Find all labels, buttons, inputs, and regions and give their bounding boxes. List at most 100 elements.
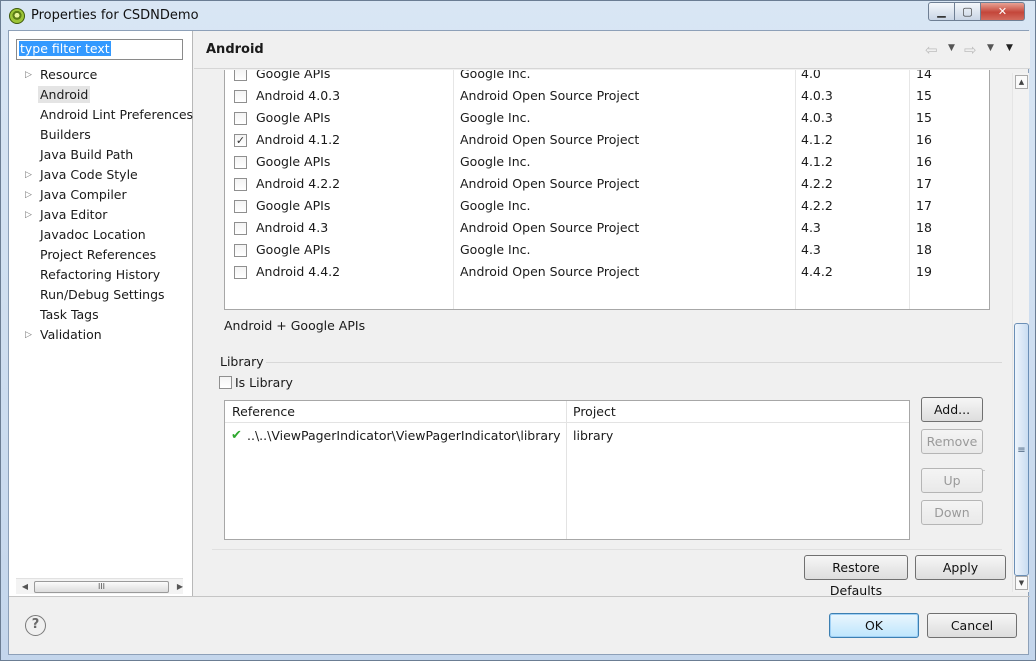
target-platform: 4.2.2	[801, 198, 833, 213]
target-name: Android 4.0.3	[256, 88, 341, 103]
move-down-button[interactable]: Down	[921, 500, 983, 525]
target-platform: 4.0.3	[801, 88, 833, 103]
chevron-down-icon[interactable]: ▼	[987, 43, 994, 53]
is-library-label: Is Library	[235, 375, 293, 390]
target-checkbox[interactable]: ✓	[234, 134, 247, 147]
target-name: Android 4.4.2	[256, 264, 341, 279]
tree-item[interactable]: Run/Debug Settings	[9, 285, 193, 305]
target-api: 15	[916, 88, 932, 103]
table-row[interactable]: Android 4.4.2 Android Open Source Project…	[225, 261, 989, 283]
target-checkbox[interactable]	[234, 244, 247, 257]
move-up-button[interactable]: Up	[921, 468, 983, 493]
scroll-thumb[interactable]: ≡	[1014, 323, 1029, 576]
table-row[interactable]: Google APIs Google Inc. 4.2.2 17	[225, 195, 989, 217]
scroll-left-icon[interactable]: ◀	[18, 580, 32, 594]
expand-arrow-icon[interactable]: ▷	[25, 325, 32, 345]
close-button[interactable]: ✕	[980, 2, 1025, 21]
target-platform: 4.0.3	[801, 110, 833, 125]
scroll-down-icon[interactable]: ▼	[1015, 576, 1028, 590]
reference-path: ..\..\ViewPagerIndicator\ViewPagerIndica…	[247, 428, 561, 443]
library-group-bottom-border	[212, 549, 1002, 550]
target-api: 18	[916, 242, 932, 257]
tree-item[interactable]: Project References	[9, 245, 193, 265]
tree-item[interactable]: Task Tags	[9, 305, 193, 325]
target-name: Google APIs	[256, 110, 331, 125]
add-library-button[interactable]: Add...	[921, 397, 983, 422]
target-vendor: Android Open Source Project	[460, 176, 640, 191]
tree-item[interactable]: ▷ Java Compiler	[9, 185, 193, 205]
tree-item[interactable]: Builders	[9, 125, 193, 145]
target-vendor: Android Open Source Project	[460, 88, 640, 103]
table-row[interactable]: ✓ Android 4.1.2 Android Open Source Projec…	[225, 129, 989, 151]
table-row[interactable]: Android 4.0.3 Android Open Source Project…	[225, 85, 989, 107]
target-name: Android 4.1.2	[256, 132, 341, 147]
table-row[interactable]: Google APIs Google Inc. 4.0.3 15	[225, 107, 989, 129]
column-header-project[interactable]: Project	[573, 401, 616, 423]
target-name: Google APIs	[256, 242, 331, 257]
view-menu-icon[interactable]: ▼	[1006, 43, 1013, 53]
target-checkbox[interactable]	[234, 266, 247, 279]
tree-item[interactable]: Android	[9, 85, 193, 105]
target-checkbox[interactable]	[234, 112, 247, 125]
expand-arrow-icon[interactable]: ▷	[25, 185, 32, 205]
arrow-right-icon[interactable]: ⇨	[964, 41, 977, 59]
target-name: Android 4.2.2	[256, 176, 341, 191]
is-library-checkbox[interactable]: Is Library	[219, 375, 293, 391]
target-api: 18	[916, 220, 932, 235]
arrow-left-icon[interactable]: ⇦	[925, 41, 938, 59]
minimize-button[interactable]: ▁	[928, 2, 955, 21]
tree-item-label: Task Tags	[40, 307, 99, 322]
maximize-button[interactable]: ▢	[954, 2, 981, 21]
tree-item[interactable]: ▷ Java Code Style	[9, 165, 193, 185]
target-checkbox[interactable]	[234, 222, 247, 235]
target-checkbox[interactable]	[234, 156, 247, 169]
table-row[interactable]: Android 4.2.2 Android Open Source Project…	[225, 173, 989, 195]
scroll-right-icon[interactable]: ▶	[173, 580, 187, 594]
build-target-table[interactable]: Google APIs Google Inc. 4.0 14 Android 4.0.3…	[224, 70, 990, 310]
tree-item[interactable]: Javadoc Location	[9, 225, 193, 245]
target-api: 16	[916, 132, 932, 147]
expand-arrow-icon[interactable]: ▷	[25, 165, 32, 185]
help-icon[interactable]: ?	[25, 615, 46, 636]
chevron-down-icon[interactable]: ▼	[948, 43, 955, 53]
restore-defaults-button[interactable]: Restore Defaults	[804, 555, 908, 596]
target-checkbox[interactable]	[234, 70, 247, 81]
tree-item[interactable]: ▷ Resource	[9, 65, 193, 85]
tree-item-label: Java Compiler	[40, 187, 127, 202]
ok-button[interactable]: OK	[829, 613, 919, 638]
checkbox-box[interactable]	[219, 376, 232, 389]
tree-item[interactable]: Android Lint Preferences	[9, 105, 193, 125]
library-reference-table[interactable]: Reference Project ✔ ..\..\ViewPagerIndic…	[224, 400, 910, 540]
column-header-reference[interactable]: Reference	[232, 401, 295, 423]
tree-item[interactable]: Refactoring History	[9, 265, 193, 285]
library-group-divider	[266, 362, 1002, 363]
table-row[interactable]: Google APIs Google Inc. 4.0 14	[225, 70, 989, 85]
android-page-content: Google APIs Google Inc. 4.0 14 Android 4.0.3…	[194, 70, 1014, 596]
page-vertical-scrollbar[interactable]: ▲ ≡ ▼	[1012, 73, 1029, 592]
table-row[interactable]: ✔ ..\..\ViewPagerIndicator\ViewPagerIndi…	[225, 425, 909, 447]
expand-arrow-icon[interactable]: ▷	[25, 205, 32, 225]
scroll-thumb[interactable]: III	[34, 581, 169, 593]
scroll-up-icon[interactable]: ▲	[1015, 75, 1028, 89]
target-checkbox[interactable]	[234, 178, 247, 191]
remove-library-button[interactable]: Remove	[921, 429, 983, 454]
tree-horizontal-scrollbar[interactable]: ◀ III ▶	[16, 578, 183, 594]
tree-item-label: Java Build Path	[40, 147, 134, 162]
table-row[interactable]: Google APIs Google Inc. 4.3 18	[225, 239, 989, 261]
apply-button[interactable]: Apply	[915, 555, 1006, 580]
property-pages-tree: ▷ Resource Android Android Lint Preferences…	[9, 65, 193, 345]
cancel-button[interactable]: Cancel	[927, 613, 1017, 638]
filter-input[interactable]: type filter text	[16, 39, 183, 60]
target-api: 15	[916, 110, 932, 125]
target-platform: 4.4.2	[801, 264, 833, 279]
target-checkbox[interactable]	[234, 90, 247, 103]
target-platform: 4.3	[801, 220, 821, 235]
tree-item[interactable]: Java Build Path	[9, 145, 193, 165]
target-checkbox[interactable]	[234, 200, 247, 213]
tree-item[interactable]: ▷ Java Editor	[9, 205, 193, 225]
table-row[interactable]: Google APIs Google Inc. 4.1.2 16	[225, 151, 989, 173]
tree-item[interactable]: ▷ Validation	[9, 325, 193, 345]
target-vendor: Google Inc.	[460, 242, 531, 257]
table-row[interactable]: Android 4.3 Android Open Source Project 4.…	[225, 217, 989, 239]
expand-arrow-icon[interactable]: ▷	[25, 65, 32, 85]
